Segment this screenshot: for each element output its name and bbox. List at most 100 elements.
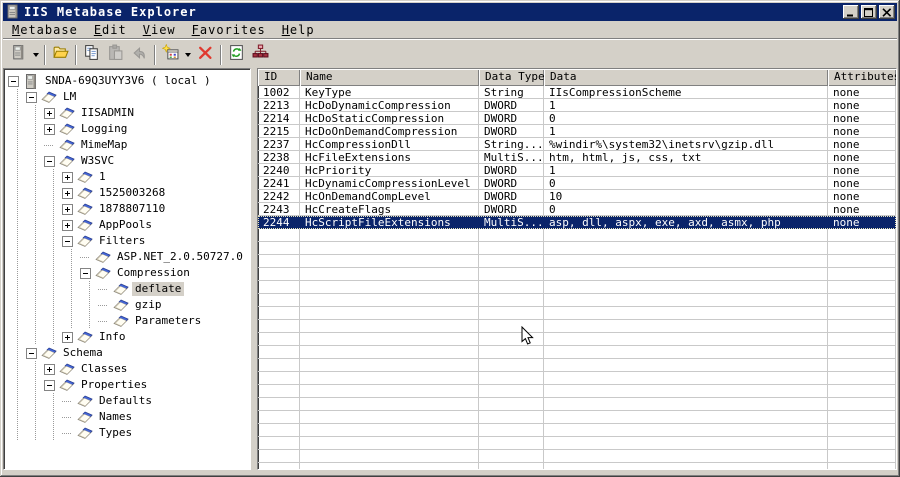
tree-item-1525003268[interactable]: 1525003268 — [4, 185, 250, 201]
tree-item-label[interactable]: Compression — [114, 266, 193, 280]
tree-item-label[interactable]: 1878807110 — [96, 202, 168, 216]
tree-item-label[interactable]: Names — [96, 410, 135, 424]
tree-item-classes[interactable]: Classes — [4, 361, 250, 377]
table-row-2213[interactable]: 2213 HcDoDynamicCompression DWORD 1 none — [258, 99, 896, 112]
tree-item-1878807110[interactable]: 1878807110 — [4, 201, 250, 217]
tree-item-filters[interactable]: Filters — [4, 233, 250, 249]
minimize-button[interactable] — [843, 5, 859, 19]
table-row-2244[interactable]: 2244 HcScriptFileExtensions MultiS... asp, … — [258, 216, 896, 229]
expand-toggle-collapsed[interactable] — [44, 107, 55, 119]
table-row-2214[interactable]: 2214 HcDoStaticCompression DWORD 0 none — [258, 112, 896, 125]
expand-toggle-collapsed[interactable] — [62, 219, 73, 231]
tree-item-label[interactable]: deflate — [132, 282, 185, 296]
expand-toggle-expanded[interactable] — [26, 347, 37, 359]
menu-item-help[interactable]: Help — [274, 21, 323, 39]
tree-item-defaults[interactable]: Defaults — [4, 393, 250, 409]
menu-item-view[interactable]: View — [135, 21, 184, 39]
tree-item-types[interactable]: Types — [4, 425, 250, 441]
new-key-button[interactable] — [158, 43, 182, 66]
table-row-2241[interactable]: 2241 HcDynamicCompressionLevel DWORD 0 none — [258, 177, 896, 190]
table-row-2243[interactable]: 2243 HcCreateFlags DWORD 0 none — [258, 203, 896, 216]
table-row-2242[interactable]: 2242 HcOnDemandCompLevel DWORD 10 none — [258, 190, 896, 203]
new-key-button-dropdown-arrow[interactable] — [182, 43, 193, 66]
maximize-button[interactable] — [861, 5, 877, 19]
column-header-name[interactable]: Name — [300, 69, 479, 86]
tree-item-compression[interactable]: Compression — [4, 265, 250, 281]
copy-button[interactable] — [79, 43, 103, 66]
tree-item-label[interactable]: LM — [60, 90, 79, 104]
tree-item-label[interactable]: IISADMIN — [78, 106, 137, 120]
tree-guide-line — [26, 393, 44, 409]
tree-guide-line — [8, 361, 26, 377]
expand-toggle-collapsed[interactable] — [62, 331, 73, 343]
tree-item-asp-net-2-0-50727-0[interactable]: ASP.NET_2.0.50727.0 — [4, 249, 250, 265]
tree-item-label[interactable]: Parameters — [132, 314, 204, 328]
tree-item-label[interactable]: 1525003268 — [96, 186, 168, 200]
refresh-button[interactable] — [224, 43, 248, 66]
tree-item-label[interactable]: Defaults — [96, 394, 155, 408]
tree-item-lm[interactable]: LM — [4, 89, 250, 105]
tree-item-w3svc[interactable]: W3SVC — [4, 153, 250, 169]
tree-item-schema[interactable]: Schema — [4, 345, 250, 361]
column-header-id[interactable]: ID — [258, 69, 300, 86]
tree-item-label[interactable]: SNDA-69Q3UYY3V6 ( local ) — [42, 74, 214, 88]
tree-item-label[interactable]: ASP.NET_2.0.50727.0 — [114, 250, 246, 264]
table-row-2215[interactable]: 2215 HcDoOnDemandCompression DWORD 1 none — [258, 125, 896, 138]
tree-guide-line — [8, 137, 26, 153]
expand-toggle-collapsed[interactable] — [44, 363, 55, 375]
tree-item-label[interactable]: Types — [96, 426, 135, 440]
expand-toggle-collapsed[interactable] — [62, 203, 73, 215]
tree-item-names[interactable]: Names — [4, 409, 250, 425]
expand-toggle-expanded[interactable] — [44, 155, 55, 167]
expand-toggle-expanded[interactable] — [8, 75, 19, 87]
menu-item-metabase[interactable]: Metabase — [4, 21, 86, 39]
connect-server-button-dropdown-arrow[interactable] — [30, 43, 41, 66]
tree-item-label[interactable]: AppPools — [96, 218, 155, 232]
tree-item-label[interactable]: MimeMap — [78, 138, 130, 152]
column-header-data[interactable]: Data — [544, 69, 828, 86]
tree-item-label[interactable]: Schema — [60, 346, 106, 360]
tree-item-label[interactable]: Filters — [96, 234, 148, 248]
tree-item-label[interactable]: Logging — [78, 122, 130, 136]
open-button[interactable] — [48, 43, 72, 66]
tree-item-parameters[interactable]: Parameters — [4, 313, 250, 329]
expand-toggle-collapsed[interactable] — [44, 123, 55, 135]
tree-item-snda-69q3uyy3v6-local-[interactable]: SNDA-69Q3UYY3V6 ( local ) — [4, 73, 250, 89]
tree-item-label[interactable]: Properties — [78, 378, 150, 392]
column-header-attributes[interactable]: Attributes — [828, 69, 896, 86]
menu-item-edit[interactable]: Edit — [86, 21, 135, 39]
table-row-2240[interactable]: 2240 HcPriority DWORD 1 none — [258, 164, 896, 177]
tree-item-deflate[interactable]: deflate — [4, 281, 250, 297]
table-row-2238[interactable]: 2238 HcFileExtensions MultiS... htm, html, … — [258, 151, 896, 164]
tree-item-1[interactable]: 1 — [4, 169, 250, 185]
expand-toggle-expanded[interactable] — [62, 235, 73, 247]
key-icon — [77, 170, 93, 184]
tree-item-gzip[interactable]: gzip — [4, 297, 250, 313]
expand-toggle-collapsed[interactable] — [62, 171, 73, 183]
cell-id: 2242 — [258, 190, 300, 203]
tree-item-mimemap[interactable]: MimeMap — [4, 137, 250, 153]
table-row-1002[interactable]: 1002 KeyType String IIsCompressionScheme non… — [258, 86, 896, 99]
expand-toggle-expanded[interactable] — [26, 91, 37, 103]
tree-item-iisadmin[interactable]: IISADMIN — [4, 105, 250, 121]
delete-button[interactable] — [193, 43, 217, 66]
tree-item-logging[interactable]: Logging — [4, 121, 250, 137]
tree-item-label[interactable]: Classes — [78, 362, 130, 376]
tree-item-label[interactable]: W3SVC — [78, 154, 117, 168]
tree-item-label[interactable]: Info — [96, 330, 129, 344]
tree-item-apppools[interactable]: AppPools — [4, 217, 250, 233]
expand-toggle-collapsed[interactable] — [62, 187, 73, 199]
menu-item-favorites[interactable]: Favorites — [184, 21, 274, 39]
expand-toggle-expanded[interactable] — [80, 267, 91, 279]
tree-guide-line — [26, 121, 44, 137]
tree-item-label[interactable]: gzip — [132, 298, 165, 312]
tree-view-button[interactable] — [248, 43, 272, 66]
close-button[interactable] — [879, 5, 895, 19]
tree-item-properties[interactable]: Properties — [4, 377, 250, 393]
expand-toggle-expanded[interactable] — [44, 379, 55, 391]
tree-item-label[interactable]: 1 — [96, 170, 109, 184]
tree-item-info[interactable]: Info — [4, 329, 250, 345]
connect-server-button[interactable] — [6, 43, 30, 66]
table-row-2237[interactable]: 2237 HcCompressionDll String... %windir%\sy… — [258, 138, 896, 151]
column-header-data-type[interactable]: Data Type — [479, 69, 544, 86]
